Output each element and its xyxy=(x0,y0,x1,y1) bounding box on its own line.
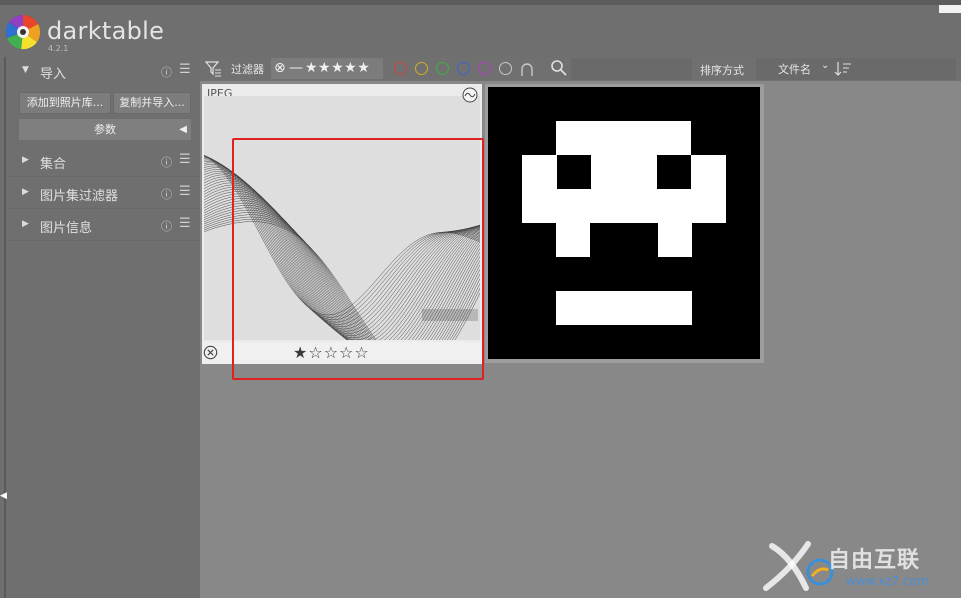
copy-and-import-button[interactable]: 复制并导入... xyxy=(113,92,191,114)
watermark-url: www.xz7.com xyxy=(846,574,929,588)
pixel-block xyxy=(658,223,692,257)
panel-groove xyxy=(4,57,6,598)
rating-stars[interactable]: ★★★★★ xyxy=(305,60,370,76)
module-label: 图片集过滤器 xyxy=(40,189,119,204)
sort-label: 排序方式 xyxy=(700,64,744,77)
module-label: 集合 xyxy=(40,157,67,172)
darktable-logo-icon xyxy=(5,14,41,50)
rating-filter[interactable]: ⊗ — ★★★★★ xyxy=(271,58,383,79)
corner-mark xyxy=(939,5,961,13)
search-input[interactable] xyxy=(571,58,692,80)
chevron-down-icon[interactable]: ⌄ xyxy=(821,60,829,71)
reject-icon[interactable]: ⊗ xyxy=(274,60,286,76)
collapse-arrow-icon[interactable]: ◀ xyxy=(0,491,7,501)
menu-icon[interactable]: ☰ xyxy=(179,216,191,231)
left-panel-edge[interactable]: ◀ xyxy=(0,57,10,598)
highlight-box xyxy=(232,138,484,380)
caret-left-icon: ◀ xyxy=(179,124,187,135)
thumbnail-pixel-face[interactable] xyxy=(485,84,764,363)
menu-icon[interactable]: ☰ xyxy=(179,152,191,167)
thumbnail-image[interactable] xyxy=(488,87,760,359)
app-version: 4.2.1 xyxy=(48,44,69,53)
menu-icon[interactable]: ☰ xyxy=(179,184,191,199)
altered-icon[interactable] xyxy=(462,87,478,103)
add-to-library-button[interactable]: 添加到照片库... xyxy=(19,92,111,114)
module-import-label[interactable]: 导入 xyxy=(40,63,66,82)
filter-label: 过滤器 xyxy=(231,63,264,76)
info-icon[interactable]: ⓘ xyxy=(161,186,172,202)
filter-bar: 过滤器 ⊗ — ★★★★★ 排序方式 文件名 ⌄ xyxy=(200,57,961,81)
pixel-block xyxy=(591,155,657,189)
reject-icon[interactable] xyxy=(203,345,218,360)
expand-triangle-icon: ▶ xyxy=(22,219,29,229)
menu-icon[interactable]: ☰ xyxy=(179,62,191,77)
color-label-green[interactable] xyxy=(436,62,449,75)
module-collections[interactable]: ▶ 集合 ⓘ ☰ xyxy=(10,147,200,177)
search-icon[interactable] xyxy=(550,59,568,77)
pixel-block xyxy=(557,189,691,223)
module-image-information[interactable]: ▶ 图片信息 ⓘ ☰ xyxy=(10,211,200,241)
info-icon[interactable]: ⓘ xyxy=(161,64,172,80)
color-label-red[interactable] xyxy=(394,62,407,75)
info-icon[interactable]: ⓘ xyxy=(161,154,172,170)
expand-triangle-icon: ▶ xyxy=(22,187,29,197)
color-label-blue[interactable] xyxy=(457,62,470,75)
watermark-brand: 自由互联 xyxy=(828,548,921,573)
module-collection-filters[interactable]: ▶ 图片集过滤器 ⓘ ☰ xyxy=(10,179,200,209)
color-label-purple[interactable] xyxy=(478,62,491,75)
pixel-block xyxy=(556,223,590,257)
left-panel: ▼ 导入 ⓘ ☰ 添加到照片库... 复制并导入... 参数 ◀ ▶ 集合 ⓘ … xyxy=(10,57,200,598)
color-label-clear[interactable] xyxy=(499,62,512,75)
top-bar: darktable 4.2.1 xyxy=(0,0,961,57)
pixel-block xyxy=(522,155,557,223)
app-title: darktable xyxy=(47,17,165,45)
sort-value[interactable]: 文件名 xyxy=(778,61,811,77)
pixel-block xyxy=(691,155,726,223)
info-icon[interactable]: ⓘ xyxy=(161,218,172,234)
watermark: 自由互联 www.xz7.com xyxy=(762,538,961,598)
params-expander[interactable]: 参数 ◀ xyxy=(19,119,191,140)
expand-triangle-icon: ▶ xyxy=(22,155,29,165)
module-import: ▼ 导入 ⓘ ☰ 添加到照片库... 复制并导入... 参数 ◀ xyxy=(10,57,200,141)
sort-direction-icon[interactable] xyxy=(834,60,852,77)
filter-icon[interactable] xyxy=(204,59,222,77)
rating-dash: — xyxy=(289,60,303,76)
params-label: 参数 xyxy=(94,123,116,136)
pixel-block xyxy=(556,121,691,155)
and-operator-icon[interactable] xyxy=(520,61,534,77)
module-label: 图片信息 xyxy=(40,221,93,236)
color-label-yellow[interactable] xyxy=(415,62,428,75)
expand-triangle-icon[interactable]: ▼ xyxy=(22,65,29,75)
pixel-block xyxy=(556,291,692,325)
